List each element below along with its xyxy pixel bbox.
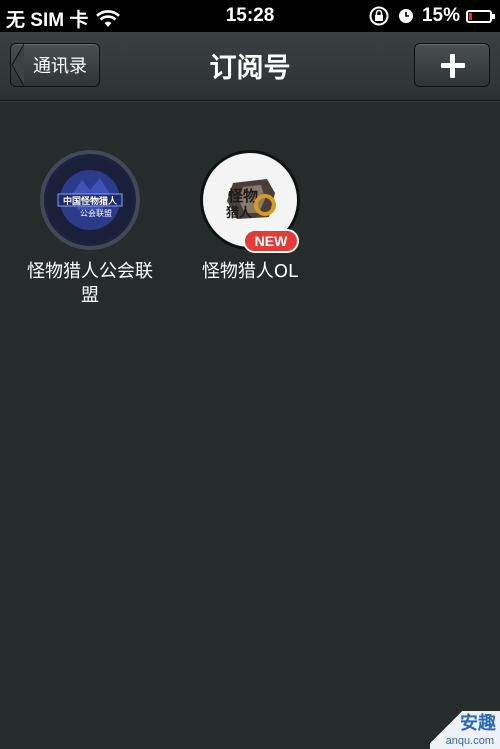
status-bar: 无 SIM 卡 15:28 15% <box>0 0 500 32</box>
rotation-lock-icon <box>369 6 389 26</box>
nav-bar: 通讯录 订阅号 <box>0 32 500 101</box>
battery-percent: 15% <box>421 5 460 26</box>
subscription-item[interactable]: 中国怪物猎人 公会联盟 怪物猎人公会联盟 <box>20 150 160 308</box>
battery-icon <box>466 9 495 23</box>
subscription-name: 怪物猎人OL <box>201 261 299 282</box>
battery-fill <box>469 12 472 20</box>
svg-text:猎人: 猎人 <box>226 205 253 221</box>
watermark-url: anqu.com <box>445 735 494 747</box>
subscription-item[interactable]: 怪物 猎人 NEW 怪物猎人OL <box>180 150 320 284</box>
anqu-watermark: 安趣 anqu.com <box>430 709 500 749</box>
monster-hunter-alliance-logo: 中国怪物猎人 公会联盟 <box>40 150 140 250</box>
new-badge: NEW <box>243 229 299 253</box>
monster-hunter-ol-logo: 怪物 猎人 NEW <box>200 150 300 253</box>
subscription-name: 怪物猎人公会联盟 <box>27 261 153 306</box>
add-button[interactable] <box>414 43 490 87</box>
watermark-text: 安趣 <box>460 713 496 734</box>
svg-text:中国怪物猎人: 中国怪物猎人 <box>63 195 118 207</box>
status-right: 15% <box>368 5 495 27</box>
svg-text:公会联盟: 公会联盟 <box>80 208 112 218</box>
svg-text:怪物: 怪物 <box>228 187 258 205</box>
alarm-icon <box>398 9 413 23</box>
